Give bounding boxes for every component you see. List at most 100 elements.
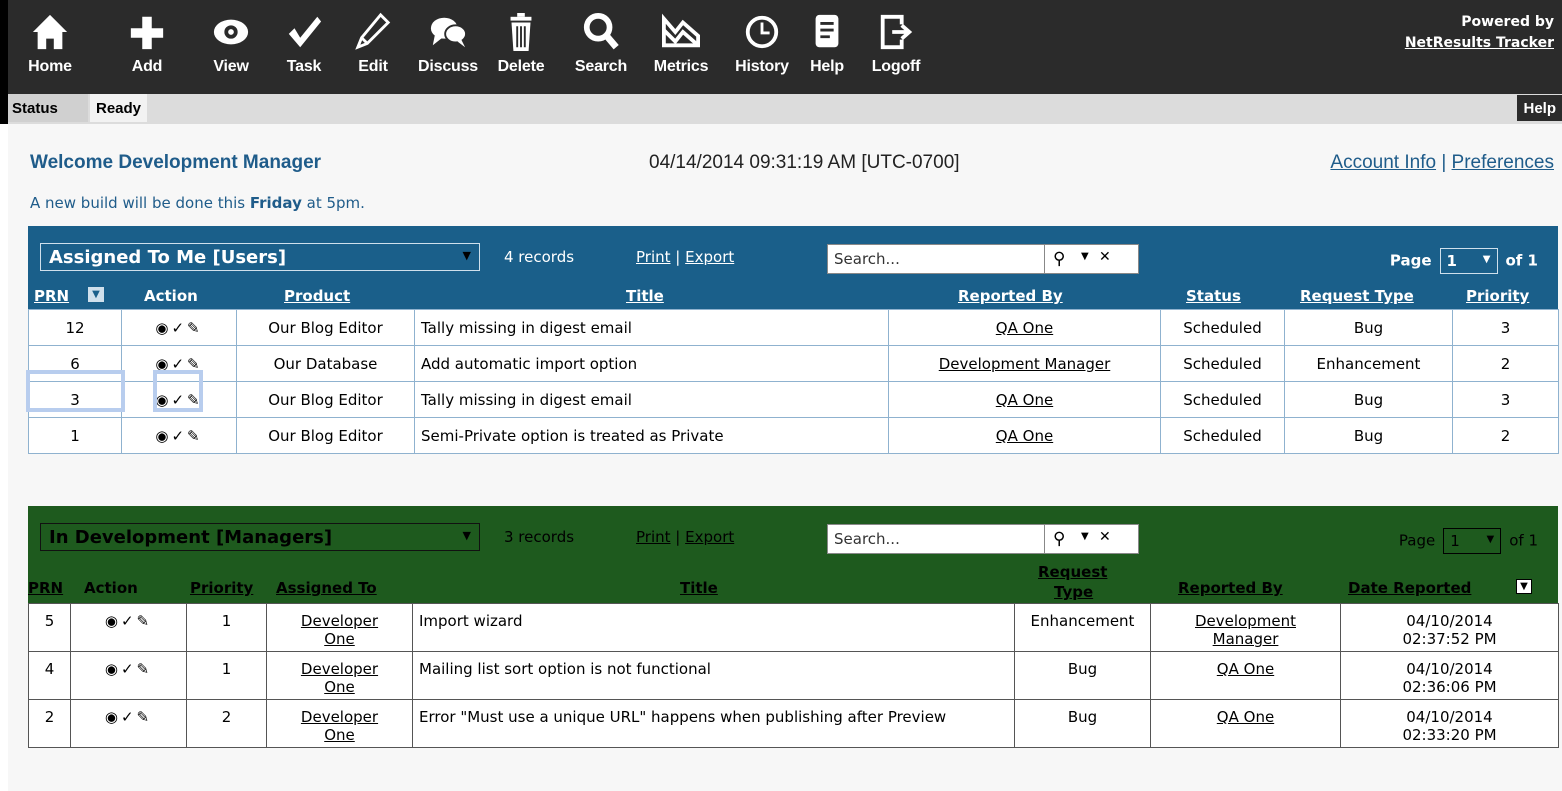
title-cell[interactable]: Semi-Private option is treated as Privat… (414, 417, 889, 454)
table-row[interactable]: 6 ◉✓✎ Our Database Add automatic import opt… (28, 345, 1559, 382)
view-select[interactable]: Assigned To Me [Users] ▼ (40, 243, 480, 271)
view-eye-icon[interactable]: ◉ (155, 319, 171, 337)
title-cell[interactable]: Error "Must use a unique URL" happens wh… (412, 699, 1015, 748)
task-label: Task (286, 58, 322, 75)
col-status[interactable]: Status (1186, 287, 1241, 305)
table-row[interactable]: 12 ◉✓✎ Our Blog Editor Tally missing in dig… (28, 309, 1559, 346)
edit-pencil-icon[interactable]: ✎ (137, 660, 153, 678)
search-options-icon[interactable]: ▼ (1081, 251, 1089, 262)
table-row[interactable]: 2 ◉✓✎ 2 Developer One Error "Must use a uniqu… (28, 699, 1559, 748)
col-assigned-to[interactable]: Assigned To (276, 579, 377, 597)
task-button[interactable]: Task (278, 10, 330, 90)
search-button[interactable]: Search (566, 10, 636, 90)
print-export: Print | Export (636, 528, 734, 546)
task-check-icon[interactable]: ✓ (171, 319, 187, 337)
search-options-icon[interactable]: ▼ (1081, 531, 1089, 542)
edit-pencil-icon[interactable]: ✎ (137, 708, 153, 726)
print-link[interactable]: Print (636, 528, 671, 546)
task-check-icon[interactable]: ✓ (171, 427, 187, 445)
col-prn[interactable]: PRN (34, 287, 69, 305)
search-go-icon[interactable]: ⚲ (1053, 529, 1065, 549)
assigned-to-link[interactable]: Developer (301, 660, 378, 678)
assigned-to-link-2[interactable]: One (324, 678, 355, 696)
prn-cell[interactable]: 2 (28, 699, 71, 748)
table-row[interactable]: 3 ◉✓✎ Our Blog Editor Tally missing in dige… (28, 381, 1559, 418)
home-button[interactable]: Home (20, 10, 80, 90)
prn-cell[interactable]: 4 (28, 651, 71, 700)
prn-cell[interactable]: 5 (28, 603, 71, 652)
reported-by-link[interactable]: Development (1195, 612, 1296, 630)
view-button[interactable]: View (204, 10, 258, 90)
title-cell[interactable]: Tally missing in digest email (414, 309, 889, 346)
history-button[interactable]: History (726, 10, 798, 90)
reported-by-link-2[interactable]: Manager (1213, 630, 1279, 648)
col-prn[interactable]: PRN (28, 579, 63, 597)
page-select[interactable]: 1 ▼ (1439, 248, 1498, 274)
view-eye-icon[interactable]: ◉ (155, 427, 171, 445)
assigned-to-link-2[interactable]: One (324, 726, 355, 744)
title-cell[interactable]: Mailing list sort option is not function… (412, 651, 1015, 700)
status-help-button[interactable]: Help (1517, 95, 1562, 121)
assigned-to-link[interactable]: Developer (301, 612, 378, 630)
table-row[interactable]: 4 ◉✓✎ 1 Developer One Mailing list sort optio… (28, 651, 1559, 700)
reported-by-link[interactable]: QA One (1217, 708, 1274, 726)
help-button[interactable]: Help (802, 10, 852, 90)
search-clear-icon[interactable]: ✕ (1099, 249, 1111, 265)
view-eye-icon[interactable]: ◉ (105, 708, 121, 726)
discuss-button[interactable]: Discuss (408, 10, 488, 90)
export-link[interactable]: Export (685, 248, 734, 266)
request-type-cell: Bug (1284, 309, 1453, 346)
preferences-link[interactable]: Preferences (1452, 152, 1554, 173)
search-go-icon[interactable]: ⚲ (1053, 249, 1065, 269)
task-check-icon[interactable]: ✓ (121, 708, 137, 726)
table-row[interactable]: 1 ◉✓✎ Our Blog Editor Semi-Private option i… (28, 417, 1559, 454)
page-select[interactable]: 1 ▼ (1443, 528, 1502, 554)
metrics-button[interactable]: Metrics (644, 10, 718, 90)
edit-pencil-icon[interactable]: ✎ (187, 319, 203, 337)
col-title[interactable]: Title (626, 287, 664, 305)
col-request-type-2[interactable]: Type (1054, 583, 1093, 601)
col-request-type[interactable]: Request Type (1300, 287, 1414, 305)
task-check-icon[interactable]: ✓ (121, 660, 137, 678)
sort-desc-icon[interactable]: ▼ (88, 287, 104, 302)
prn-cell[interactable]: 12 (28, 309, 122, 346)
view-select[interactable]: In Development [Managers] ▼ (40, 523, 480, 551)
add-button[interactable]: Add (120, 10, 174, 90)
search-input[interactable]: Search... (827, 244, 1045, 274)
title-cell[interactable]: Tally missing in digest email (414, 381, 889, 418)
col-request-type-1[interactable]: Request (1038, 563, 1107, 581)
export-link[interactable]: Export (685, 528, 734, 546)
col-priority[interactable]: Priority (1466, 287, 1529, 305)
col-priority[interactable]: Priority (190, 579, 253, 597)
col-reported-by[interactable]: Reported By (958, 287, 1063, 305)
search-clear-icon[interactable]: ✕ (1099, 529, 1111, 545)
col-date-reported[interactable]: Date Reported (1348, 579, 1471, 597)
print-link[interactable]: Print (636, 248, 671, 266)
filter-icon[interactable]: ▼ (1516, 579, 1532, 594)
view-eye-icon[interactable]: ◉ (105, 612, 121, 630)
search-input[interactable]: Search... (827, 524, 1045, 554)
product-link[interactable]: NetResults Tracker (1405, 35, 1554, 51)
reported-by-link[interactable]: QA One (1217, 660, 1274, 678)
title-cell[interactable]: Add automatic import option (414, 345, 889, 382)
reported-by-link[interactable]: Development Manager (939, 355, 1111, 373)
view-eye-icon[interactable]: ◉ (105, 660, 121, 678)
delete-button[interactable]: Delete (488, 10, 554, 90)
reported-by-link[interactable]: QA One (996, 427, 1053, 445)
edit-pencil-icon[interactable]: ✎ (187, 427, 203, 445)
edit-button[interactable]: Edit (348, 10, 398, 90)
col-title[interactable]: Title (680, 579, 718, 597)
task-check-icon[interactable]: ✓ (121, 612, 137, 630)
table-row[interactable]: 5 ◉✓✎ 1 Developer One Import wizard Enhancemen… (28, 603, 1559, 652)
col-product[interactable]: Product (284, 287, 350, 305)
reported-by-link[interactable]: QA One (996, 391, 1053, 409)
col-reported-by[interactable]: Reported By (1178, 579, 1283, 597)
reported-by-link[interactable]: QA One (996, 319, 1053, 337)
edit-pencil-icon[interactable]: ✎ (137, 612, 153, 630)
assigned-to-link-2[interactable]: One (324, 630, 355, 648)
account-info-link[interactable]: Account Info (1330, 152, 1436, 173)
assigned-to-link[interactable]: Developer (301, 708, 378, 726)
title-cell[interactable]: Import wizard (412, 603, 1015, 652)
logoff-button[interactable]: Logoff (866, 10, 926, 90)
prn-cell[interactable]: 1 (28, 417, 122, 454)
